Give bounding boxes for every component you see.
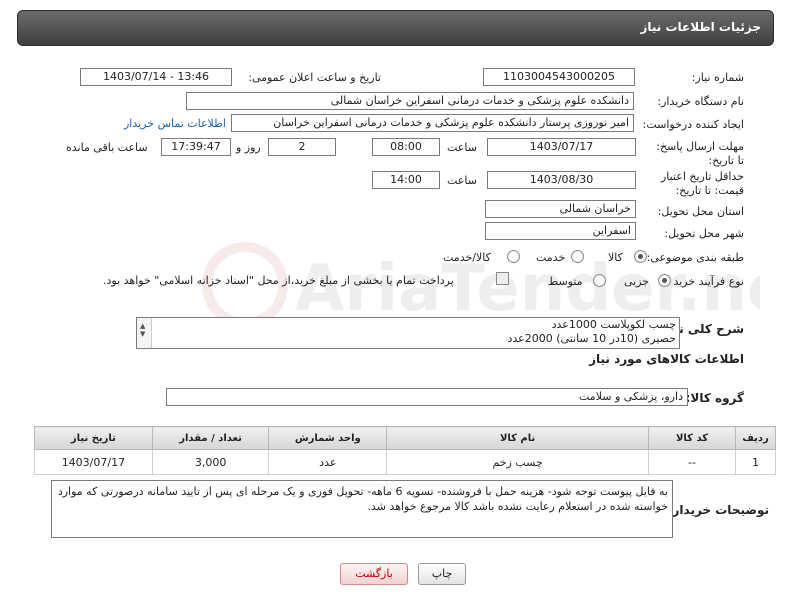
province-label: استان محل تحویل: xyxy=(657,205,744,218)
deadline-date-field: 1403/07/17 xyxy=(487,138,636,156)
validity-date-field: 1403/08/30 xyxy=(487,171,636,189)
buyer-org-field: دانشکده علوم پزشکی و خدمات درمانی اسفرای… xyxy=(186,92,634,110)
announce-field: 1403/07/14 - 13:46 xyxy=(80,68,232,86)
validity-label: حداقل تاریخ اعتبار قیمت: تا تاریخ: xyxy=(660,170,744,197)
days-label: روز و xyxy=(236,141,261,154)
goods-group-label: گروه کالا: xyxy=(685,391,744,405)
validity-time-field: 14:00 xyxy=(372,171,440,189)
panel-header: جزئیات اطلاعات نیاز xyxy=(17,10,774,46)
category-both-label: کالا/خدمت xyxy=(443,251,491,264)
cell-row-number: 1 xyxy=(734,449,777,475)
validity-time-label: ساعت xyxy=(447,174,477,187)
buyer-org-label: نام دستگاه خریدار: xyxy=(657,95,744,108)
deadline-label: مهلت ارسال پاسخ: تا تاریخ: xyxy=(656,140,744,167)
print-button[interactable]: چاپ xyxy=(418,563,466,585)
process-type-label: نوع فرآیند خرید : xyxy=(666,275,744,288)
cell-quantity: 3,000 xyxy=(151,449,270,475)
page-title: جزئیات اطلاعات نیاز xyxy=(640,20,761,34)
items-table: تاریخ نیاز تعداد / مقدار واحد شمارش واحد… xyxy=(34,426,777,475)
remaining-time-field: 17:39:47 xyxy=(161,138,231,156)
need-summary-textarea[interactable]: چسب لکوپلاست 1000عدد حصیری (10در 10 سانت… xyxy=(136,317,680,349)
goods-section-title: اطلاعات کالاهای مورد نیاز xyxy=(589,352,744,366)
need-number-field: 1103004543000205 xyxy=(483,68,635,86)
category-both-radio[interactable] xyxy=(507,250,520,263)
category-goods-radio[interactable] xyxy=(634,250,647,263)
buyer-notes-textarea[interactable]: به فایل پیوست توجه شود- هزینه حمل با فرو… xyxy=(51,480,673,538)
process-minor-label: جزیی xyxy=(624,275,650,288)
need-summary-line-1: چسب لکوپلاست 1000عدد xyxy=(551,318,676,331)
category-label: طبقه بندی موضوعی: xyxy=(646,251,744,264)
goods-group-field: دارو، پزشکی و سلامت xyxy=(166,388,688,406)
col-header-item-code: کد کالا xyxy=(648,426,736,450)
treasury-payment-checkbox[interactable] xyxy=(496,272,509,285)
category-goods-label: کالا xyxy=(608,251,623,264)
category-service-radio[interactable] xyxy=(571,250,584,263)
col-header-row: ردیف xyxy=(734,426,777,450)
category-service-label: خدمت xyxy=(536,251,566,264)
city-field: اسفراین xyxy=(485,222,636,240)
back-button[interactable]: بازگشت xyxy=(340,563,408,585)
province-field: خراسان شمالی xyxy=(485,200,636,218)
remaining-label: ساعت باقی مانده xyxy=(66,141,148,154)
deadline-time-field: 08:00 xyxy=(372,138,440,156)
table-header-row: تاریخ نیاز تعداد / مقدار واحد شمارش واحد… xyxy=(34,426,777,450)
need-summary-line-2: حصیری (10در 10 سانتی) 2000عدد xyxy=(507,332,676,345)
deadline-time-label: ساعت xyxy=(447,141,477,154)
requester-field: امیر نوروزی پرستار دانشکده علوم پزشکی و … xyxy=(231,114,634,132)
cell-unit: عدد xyxy=(268,449,388,475)
process-minor-radio[interactable] xyxy=(658,274,671,287)
col-header-item-name: نام کالا xyxy=(386,426,650,450)
cell-item-name: چسب زخم xyxy=(386,449,650,475)
col-header-unit: واحد شمارش xyxy=(268,426,388,450)
need-number-label: شماره نیاز: xyxy=(691,71,744,84)
buyer-contact-link[interactable]: اطلاعات تماس خریدار xyxy=(124,117,226,130)
cell-item-code: -- xyxy=(648,449,736,475)
process-medium-radio[interactable] xyxy=(593,274,606,287)
col-header-need-date: تاریخ نیاز xyxy=(34,426,153,450)
city-label: شهر محل تحویل: xyxy=(664,227,744,240)
cell-need-date: 1403/07/17 xyxy=(34,449,153,475)
col-header-quantity: تعداد / مقدار xyxy=(151,426,270,450)
scroll-down-icon[interactable]: ▼ xyxy=(140,327,145,341)
treasury-payment-label: پرداخت تمام یا بخشی از مبلغ خرید،از محل … xyxy=(103,274,454,287)
days-field: 2 xyxy=(268,138,336,156)
requester-label: ایجاد کننده درخواست: xyxy=(642,118,744,131)
table-row[interactable]: 1403/07/17 3,000 عدد چسب زخم -- 1 xyxy=(34,449,777,475)
buyer-notes-label: توضیحات خریدار: xyxy=(667,503,769,517)
need-summary-scrollbar[interactable]: ▲ ▼ xyxy=(137,318,152,348)
process-medium-label: متوسط xyxy=(548,275,583,288)
announce-label: تاریخ و ساعت اعلان عمومی: xyxy=(248,71,381,84)
